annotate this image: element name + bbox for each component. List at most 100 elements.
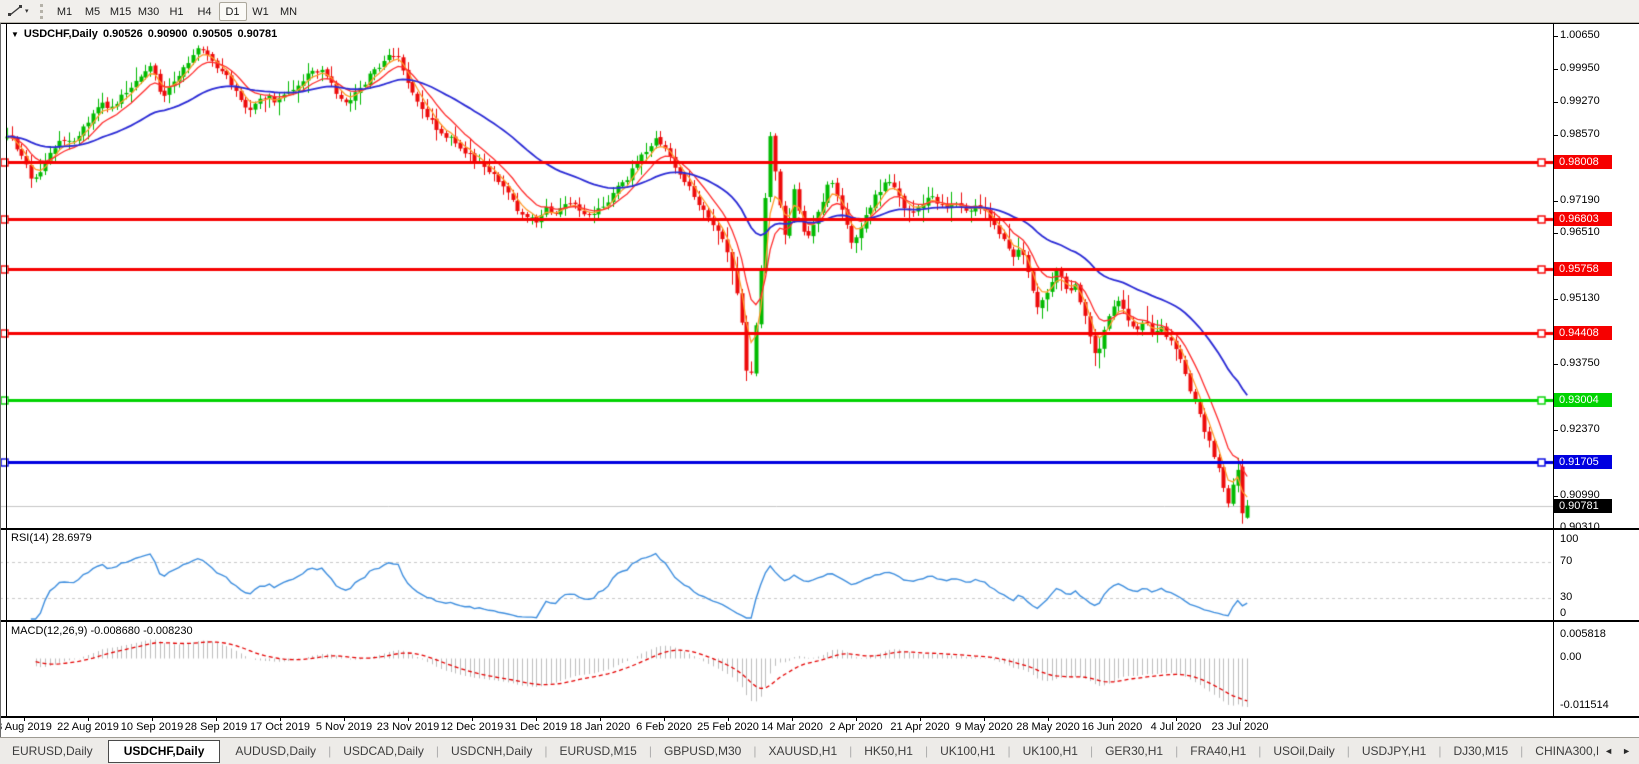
date-label: 5 Nov 2019 — [316, 721, 372, 733]
collapse-caret-icon: ▼ — [11, 30, 19, 39]
ohlc-high: 0.90900 — [148, 28, 188, 40]
timeframe-button-h4[interactable]: H4 — [191, 2, 219, 21]
tab-dj30-m15[interactable]: DJ30,M15 — [1441, 738, 1520, 764]
date-label: 14 Mar 2020 — [761, 721, 823, 733]
date-label: 31 Dec 2019 — [505, 721, 567, 733]
chevron-down-icon: ▾ — [25, 7, 29, 15]
tab-usdcnh-daily[interactable]: USDCNH,Daily — [439, 738, 544, 764]
chart-top-border — [0, 23, 1639, 24]
timeframe-button-m30[interactable]: M30 — [135, 2, 163, 21]
date-label: 21 Apr 2020 — [890, 721, 949, 733]
tab-xauusd-h1[interactable]: XAUUSD,H1 — [756, 738, 849, 764]
tab-gbpusd-m30[interactable]: GBPUSD,M30 — [652, 738, 753, 764]
date-axis[interactable]: 3 Aug 2019 22 Aug 201910 Sep 201928 Sep 2… — [0, 718, 1639, 737]
date-label: 17 Oct 2019 — [250, 721, 310, 733]
date-label: 28 Sep 2019 — [185, 721, 247, 733]
tab-eurusd-daily[interactable]: EURUSD,Daily — [0, 738, 105, 764]
mt4-window: ▾ M1M5M15M30H1H4D1W1MN ▼ USDCHF,Daily 0.9… — [0, 0, 1639, 764]
date-label: 3 Aug 2019 — [0, 721, 52, 733]
chart-legend: ▼ USDCHF,Daily 0.90526 0.90900 0.90505 0.… — [11, 28, 279, 40]
timeframe-button-h1[interactable]: H1 — [163, 2, 191, 21]
tab-usdjpy-h1[interactable]: USDJPY,H1 — [1350, 738, 1438, 764]
scroll-right-icon[interactable]: ► — [1622, 746, 1631, 756]
timeframe-toolbar: ▾ M1M5M15M30H1H4D1W1MN — [0, 0, 1639, 23]
tab-audusd-daily[interactable]: AUDUSD,Daily — [223, 738, 328, 764]
indicator-axis-label: 0.005818 — [1560, 628, 1606, 640]
indicator-axis-label: 30 — [1560, 591, 1572, 603]
timeframe-button-m1[interactable]: M1 — [51, 2, 79, 21]
rsi-value: 28.6979 — [52, 532, 92, 544]
tab-hk50-h1[interactable]: HK50,H1 — [852, 738, 925, 764]
indicator-axis-label: 70 — [1560, 555, 1572, 567]
tab-fra40-h1[interactable]: FRA40,H1 — [1178, 738, 1258, 764]
date-label: 23 Nov 2019 — [377, 721, 439, 733]
trendline-tool-button[interactable]: ▾ — [5, 3, 31, 19]
ohlc-low: 0.90505 — [193, 28, 233, 40]
tab-usdchf-daily[interactable]: USDCHF,Daily — [108, 740, 221, 763]
indicator-axis-label: -0.011514 — [1560, 699, 1609, 711]
macd-legend: MACD(12,26,9) -0.008680 -0.008230 — [11, 625, 193, 637]
date-label: 22 Aug 2019 — [57, 721, 119, 733]
timeframe-buttons: M1M5M15M30H1H4D1W1MN — [51, 2, 303, 21]
date-label: 12 Dec 2019 — [441, 721, 503, 733]
date-label: 10 Sep 2019 — [121, 721, 183, 733]
price-axis-border — [1553, 23, 1554, 718]
main-chart-canvas[interactable] — [0, 24, 1553, 527]
date-label: 4 Jul 2020 — [1151, 721, 1202, 733]
price-tick-label: 0.99950 — [1560, 62, 1600, 74]
indicator-axis-label: 0.00 — [1560, 651, 1581, 663]
rsi-splitter[interactable] — [0, 528, 1639, 530]
date-label: 9 May 2020 — [955, 721, 1012, 733]
price-tick-label: 0.97190 — [1560, 194, 1600, 206]
price-tick-label: 1.00650 — [1560, 29, 1600, 41]
macd-splitter[interactable] — [0, 620, 1639, 622]
price-tick-label: 0.95130 — [1560, 292, 1600, 304]
date-label: 18 Jan 2020 — [570, 721, 631, 733]
current-price-label: 0.90781 — [1554, 499, 1612, 513]
indicator-axis-label: 0 — [1560, 607, 1566, 619]
date-label: 2 Apr 2020 — [829, 721, 882, 733]
price-tick-label: 0.90310 — [1560, 521, 1600, 533]
chart-symbol: USDCHF,Daily — [24, 28, 98, 40]
date-label: 28 May 2020 — [1016, 721, 1080, 733]
price-tick-label: 0.92370 — [1560, 423, 1600, 435]
rsi-panel-canvas[interactable] — [0, 530, 1553, 620]
timeframe-button-mn[interactable]: MN — [275, 2, 303, 21]
date-label: 6 Feb 2020 — [636, 721, 692, 733]
tab-uk100-h1[interactable]: UK100,H1 — [1011, 738, 1090, 764]
ohlc-open: 0.90526 — [103, 28, 143, 40]
toolbar-grip[interactable] — [40, 4, 44, 19]
price-level-label[interactable]: 0.95758 — [1554, 262, 1612, 276]
date-label: 25 Feb 2020 — [697, 721, 759, 733]
date-label: 23 Jul 2020 — [1212, 721, 1269, 733]
timeframe-button-m5[interactable]: M5 — [79, 2, 107, 21]
price-tick-label: 0.93750 — [1560, 357, 1600, 369]
tab-uk100-h1[interactable]: UK100,H1 — [928, 738, 1007, 764]
macd-signal-value: -0.008230 — [143, 625, 193, 637]
rsi-name: RSI(14) — [11, 532, 49, 544]
timeframe-button-d1[interactable]: D1 — [219, 2, 247, 21]
tab-usoil-daily[interactable]: USOil,Daily — [1261, 738, 1346, 764]
price-level-label[interactable]: 0.94408 — [1554, 326, 1612, 340]
timeframe-button-m15[interactable]: M15 — [107, 2, 135, 21]
tab-usdcad-daily[interactable]: USDCAD,Daily — [331, 738, 436, 764]
chart-left-border — [6, 23, 7, 718]
trendline-icon — [7, 4, 23, 18]
tab-ger30-h1[interactable]: GER30,H1 — [1093, 738, 1175, 764]
price-level-label[interactable]: 0.91705 — [1554, 455, 1612, 469]
price-tick-label: 0.99270 — [1560, 95, 1600, 107]
chart-tab-bar: EURUSD,DailyUSDCHF,DailyAUDUSD,Daily|USD… — [0, 737, 1639, 764]
scroll-left-icon[interactable]: ◄ — [1604, 746, 1613, 756]
indicator-axis-label: 100 — [1560, 533, 1578, 545]
macd-main-value: -0.008680 — [90, 625, 140, 637]
price-tick-label: 0.98570 — [1560, 128, 1600, 140]
rsi-legend: RSI(14) 28.6979 — [11, 532, 92, 544]
macd-panel-canvas[interactable] — [0, 622, 1553, 716]
ohlc-close: 0.90781 — [237, 28, 277, 40]
tab-eurusd-m15[interactable]: EURUSD,M15 — [547, 738, 648, 764]
timeframe-button-w1[interactable]: W1 — [247, 2, 275, 21]
tab-scroll-arrows: ◄ ► — [1598, 738, 1639, 764]
price-level-label[interactable]: 0.98008 — [1554, 155, 1612, 169]
price-level-label[interactable]: 0.96803 — [1554, 212, 1612, 226]
price-level-label[interactable]: 0.93004 — [1554, 393, 1612, 407]
